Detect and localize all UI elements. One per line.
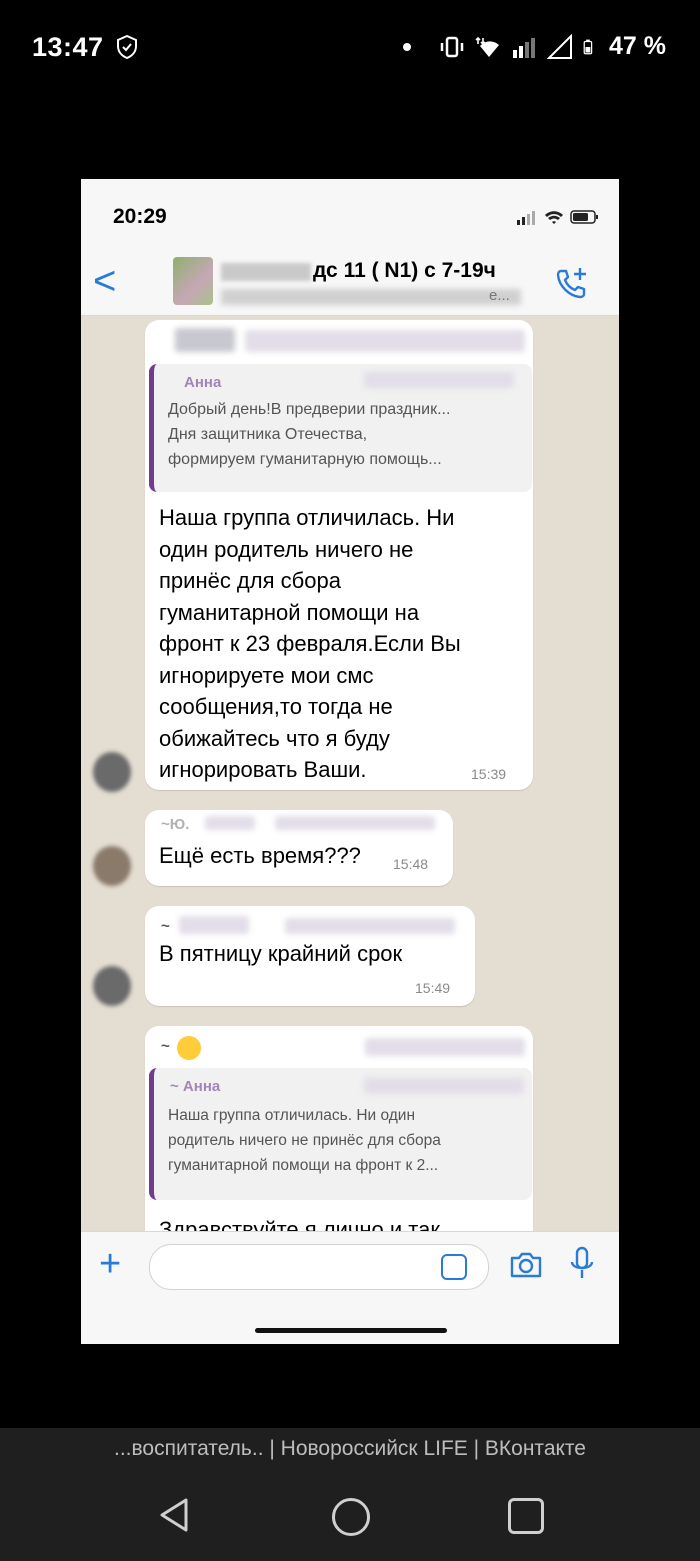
redacted-sender <box>205 816 255 830</box>
quoted-text: Наша группа отличилась. Ни один родитель… <box>168 1107 441 1174</box>
back-button[interactable]: < <box>93 261 116 301</box>
redacted-phone <box>245 330 525 352</box>
home-indicator <box>255 1328 447 1333</box>
attach-plus-button[interactable]: + <box>99 1244 121 1284</box>
ios-status-bar: 20:29 <box>81 179 619 249</box>
signal-empty-icon <box>547 33 573 59</box>
navigation-bar <box>0 1474 700 1561</box>
wifi-icon <box>475 36 500 57</box>
page-caption: ...воспитатель.. | Новороссийск LIFE | В… <box>0 1428 700 1474</box>
message-sender: ~Ю. <box>161 816 190 833</box>
redacted-subtitle <box>221 289 521 305</box>
shield-icon <box>117 35 137 59</box>
ios-status-time: 20:29 <box>113 205 167 228</box>
quoted-message[interactable]: Анна Добрый день!В предверии праздник...… <box>149 364 532 492</box>
message-time: 15:39 <box>471 766 507 782</box>
status-bar: 13:47 47 % <box>0 0 700 96</box>
sticker-icon[interactable] <box>441 1254 467 1280</box>
status-time: 13:47 <box>32 32 104 62</box>
redacted-sender <box>175 328 235 352</box>
battery-icon <box>583 39 593 54</box>
back-triangle-icon[interactable] <box>156 1496 192 1534</box>
message-sender: ~ <box>161 1038 170 1055</box>
message-text: Наша группа отличилась. Ни один родитель… <box>159 505 461 782</box>
redacted-quote-meta <box>364 372 514 388</box>
sender-avatar[interactable] <box>93 966 131 1006</box>
message-text: Здравствуйте я лично и так <box>159 1217 440 1231</box>
microphone-icon[interactable] <box>569 1246 595 1282</box>
chat-header: < дс 11 ( N1) с 7-19ч е... <box>81 249 619 316</box>
redacted-quote-meta <box>364 1078 524 1094</box>
message-bubble[interactable]: ~Ю. Ещё есть время??? 15:48 <box>145 810 453 886</box>
sender-avatar[interactable] <box>93 752 131 792</box>
add-call-icon[interactable] <box>553 265 589 301</box>
sender-avatar[interactable] <box>93 846 131 886</box>
message-composer: + <box>81 1231 619 1344</box>
message-text: Ещё есть время??? <box>159 843 361 868</box>
chat-subtitle: е... <box>489 287 510 304</box>
message-text: В пятницу крайний срок <box>159 941 403 966</box>
message-input[interactable] <box>149 1244 489 1290</box>
chat-area[interactable]: Анна Добрый день!В предверии праздник...… <box>81 316 619 1231</box>
message-bubble[interactable]: ~ В пятницу крайний срок 15:49 <box>145 906 475 1006</box>
message-bubble[interactable]: ~ ~ Анна Наша группа отличилась. Ни один… <box>145 1026 533 1231</box>
quoted-sender: ~ Анна <box>170 1078 221 1095</box>
redacted-title-part <box>221 263 311 281</box>
message-time: 15:48 <box>393 856 429 872</box>
quoted-sender: Анна <box>184 374 222 391</box>
chat-title[interactable]: дс 11 ( N1) с 7-19ч <box>313 259 496 283</box>
message-bubble[interactable]: Анна Добрый день!В предверии праздник...… <box>145 320 533 790</box>
redacted-phone <box>275 816 435 830</box>
redacted-sender <box>179 916 249 934</box>
status-icons: 47 % <box>403 32 666 61</box>
quoted-text: Добрый день!В предверии праздник... Дня … <box>168 401 451 468</box>
camera-icon[interactable] <box>509 1250 543 1280</box>
recent-apps-icon[interactable] <box>508 1498 544 1534</box>
signal-icon <box>513 37 536 58</box>
redacted-phone <box>365 1038 525 1056</box>
redacted-phone <box>285 918 455 934</box>
quoted-message[interactable]: ~ Анна Наша группа отличилась. Ни один р… <box>149 1068 532 1200</box>
message-time: 15:49 <box>415 980 451 996</box>
battery-percent: 47 % <box>609 32 666 60</box>
notification-dot <box>403 42 412 51</box>
smile-emoji-icon <box>177 1036 201 1060</box>
home-circle-icon[interactable] <box>332 1498 370 1536</box>
vibrate-icon <box>440 36 464 57</box>
chat-screenshot: 20:29 < дс 11 ( N1) с 7-19ч е... Анна До… <box>81 179 619 1344</box>
ios-status-icons <box>517 210 598 225</box>
group-avatar[interactable] <box>173 257 213 305</box>
message-sender: ~ <box>161 918 170 935</box>
